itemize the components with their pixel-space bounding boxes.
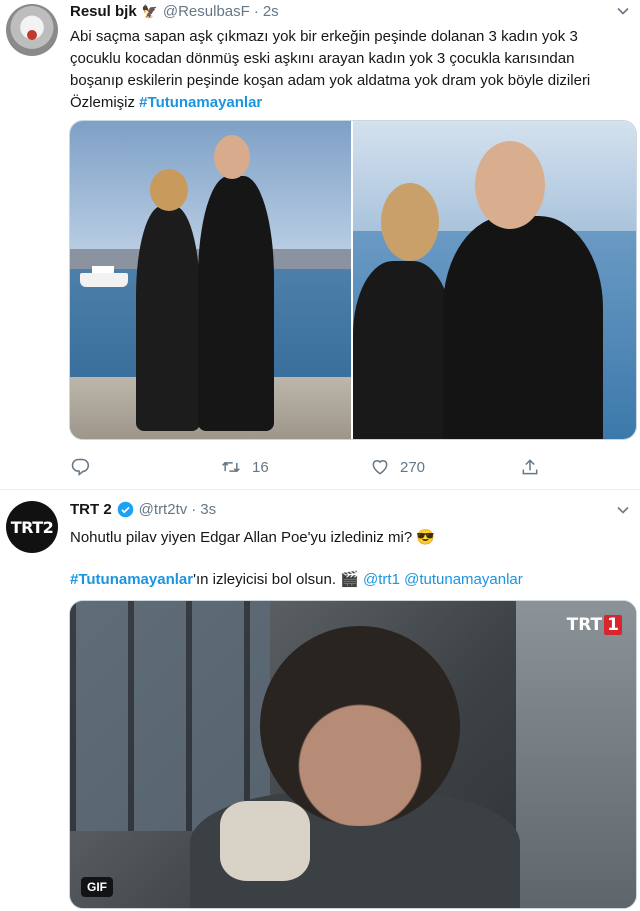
author-name[interactable]: Resul bjk: [70, 3, 137, 20]
mention-link-tutunamayanlar[interactable]: @tutunamayanlar: [404, 571, 523, 588]
photo-man-head: [214, 135, 250, 179]
photo-boat: [80, 266, 128, 287]
channel-logo: TRT 1: [567, 615, 622, 635]
heart-icon: [370, 457, 390, 477]
avatar[interactable]: TRT2: [6, 501, 58, 553]
timestamp[interactable]: 3s: [200, 501, 216, 518]
photo-woman: [136, 206, 200, 431]
reply-icon: [70, 457, 90, 477]
photo-man: [443, 216, 603, 439]
tweet[interactable]: Resul bjk 🦅 @ResulbasF · 2s Abi saçma sa…: [0, 0, 640, 490]
tweet-text-line-2: #Tutunamayanlar'ın izleyicisi bol olsun.…: [70, 569, 630, 591]
share-button[interactable]: [520, 457, 540, 477]
avatar-logo: TRT2: [10, 517, 54, 537]
tweet-photo-1[interactable]: [70, 121, 351, 439]
photo-woman-head: [381, 183, 439, 261]
share-icon: [520, 457, 540, 477]
retweet-icon: [220, 457, 242, 477]
author-name[interactable]: TRT 2: [70, 501, 112, 518]
timestamp[interactable]: 2s: [263, 3, 279, 20]
hashtag-link[interactable]: #Tutunamayanlar: [139, 94, 262, 111]
chevron-down-icon[interactable]: [616, 503, 630, 520]
author-handle[interactable]: @ResulbasF: [163, 3, 250, 20]
gif-window-bars: [70, 601, 270, 831]
tweet-photo-2[interactable]: [353, 121, 636, 439]
gif-badge: GIF: [81, 877, 113, 897]
bird-emoji-icon: 🦅: [141, 3, 158, 19]
tweet-header: TRT 2 @trt2tv · 3s: [70, 501, 216, 518]
avatar-dot: [27, 30, 37, 40]
photo-woman-head: [150, 169, 188, 211]
mention-link-trt1[interactable]: @trt1: [363, 571, 400, 588]
separator-dot: ·: [253, 3, 259, 20]
tweet-text: Abi saçma sapan aşk çıkmazı yok bir erke…: [70, 26, 630, 114]
reply-button[interactable]: [70, 457, 90, 477]
gif-wall: [516, 601, 636, 908]
like-count: 270: [400, 458, 426, 476]
avatar[interactable]: [6, 4, 58, 56]
tweet-header: Resul bjk 🦅 @ResulbasF · 2s: [70, 3, 279, 20]
channel-logo-number: 1: [604, 615, 622, 635]
like-button[interactable]: 270: [370, 457, 425, 477]
gif-figure-hand: [220, 801, 310, 881]
tweet-gif[interactable]: TRT 1 GIF: [69, 600, 637, 909]
photo-woman: [353, 261, 453, 439]
tweet-body: 'ın izleyicisi bol olsun. 🎬: [193, 571, 364, 588]
gif-figure-head: [260, 626, 460, 826]
hashtag-link[interactable]: #Tutunamayanlar: [70, 571, 193, 588]
tweet-text-line-1: Nohutlu pilav yiyen Edgar Allan Poe'yu i…: [70, 529, 436, 546]
tweet[interactable]: TRT2 TRT 2 @trt2tv · 3s Nohutlu pilav yi…: [0, 491, 640, 911]
retweet-count: 16: [252, 458, 269, 476]
tweet-actions: 16 270: [70, 457, 570, 481]
retweet-button[interactable]: 16: [220, 457, 269, 477]
chevron-down-icon[interactable]: [616, 4, 630, 21]
photo-grid: [69, 120, 637, 440]
author-handle[interactable]: @trt2tv: [139, 501, 188, 518]
photo-man-head: [475, 141, 545, 229]
separator-dot: ·: [191, 501, 197, 518]
verified-badge-icon: [117, 501, 134, 518]
photo-man: [198, 176, 274, 431]
channel-logo-text: TRT: [566, 615, 603, 635]
